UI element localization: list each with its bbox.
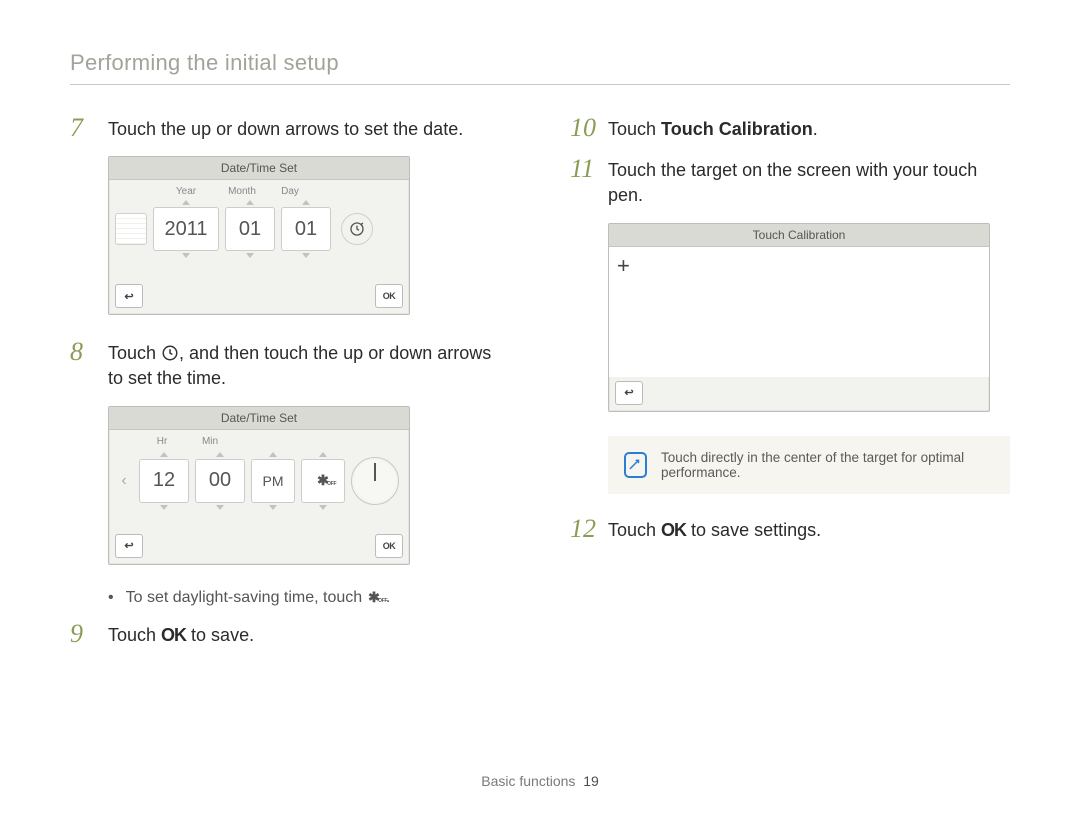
- note-icon: [624, 452, 647, 478]
- footer-section: Basic functions: [481, 773, 575, 789]
- step-10: 10 Touch Touch Calibration.: [570, 115, 1010, 142]
- dst-off-icon: ✱: [317, 472, 329, 489]
- step-8: 8 Touch , and then touch the up or down …: [70, 339, 510, 391]
- step-number: 10: [570, 115, 596, 141]
- screenshot-body: Year Month Day 2011 01 01: [109, 180, 409, 280]
- step-9: 9 Touch OK to save.: [70, 621, 510, 648]
- header-rule: [70, 84, 1010, 85]
- step-text: Touch Touch Calibration.: [608, 115, 818, 142]
- dst-off-icon: ✱: [368, 589, 380, 606]
- step-number: 7: [70, 115, 96, 141]
- step-number: 9: [70, 621, 96, 647]
- screenshot-body: +: [609, 247, 989, 377]
- ok-label: OK: [161, 625, 186, 645]
- clock-mode-button[interactable]: [341, 213, 373, 245]
- prev-arrow[interactable]: ‹: [115, 461, 133, 501]
- screenshot-title: Touch Calibration: [609, 224, 989, 247]
- clock-icon: [161, 344, 179, 362]
- content-columns: 7 Touch the up or down arrows to set the…: [70, 115, 1010, 662]
- label-min: Min: [189, 436, 231, 447]
- month-spinner[interactable]: 01: [225, 207, 275, 251]
- left-column: 7 Touch the up or down arrows to set the…: [70, 115, 510, 662]
- manual-page: Performing the initial setup 7 Touch the…: [0, 0, 1080, 815]
- back-button[interactable]: ↩: [615, 381, 643, 405]
- day-spinner[interactable]: 01: [281, 207, 331, 251]
- dst-hint: To set daylight-saving time, touch ✱.: [108, 589, 510, 607]
- step-12: 12 Touch OK to save settings.: [570, 516, 1010, 543]
- step-text: Touch OK to save.: [108, 621, 254, 648]
- minute-spinner[interactable]: 00: [195, 459, 245, 503]
- page-title: Performing the initial setup: [70, 50, 1010, 76]
- screenshot-title: Date/Time Set: [109, 157, 409, 180]
- right-column: 10 Touch Touch Calibration. 11 Touch the…: [570, 115, 1010, 662]
- screenshot-title: Date/Time Set: [109, 407, 409, 430]
- calibration-target-icon[interactable]: +: [617, 253, 630, 279]
- calendar-icon: [115, 213, 147, 245]
- page-footer: Basic functions 19: [0, 773, 1080, 789]
- analog-clock: [351, 457, 399, 505]
- label-day: Day: [269, 186, 311, 197]
- step-11: 11 Touch the target on the screen with y…: [570, 156, 1010, 208]
- step-7: 7 Touch the up or down arrows to set the…: [70, 115, 510, 142]
- step-number: 12: [570, 516, 596, 542]
- label-month: Month: [221, 186, 263, 197]
- label-year: Year: [157, 186, 215, 197]
- note-text: Touch directly in the center of the targ…: [661, 450, 994, 480]
- step-text: Touch , and then touch the up or down ar…: [108, 339, 510, 391]
- ampm-spinner[interactable]: PM: [251, 459, 295, 503]
- ok-label: OK: [661, 520, 686, 540]
- time-set-screenshot: Date/Time Set Hr Min ‹ 12 00 PM ✱: [108, 406, 410, 565]
- year-spinner[interactable]: 2011: [153, 207, 219, 251]
- note-box: Touch directly in the center of the targ…: [608, 436, 1010, 494]
- ok-button[interactable]: OK: [375, 284, 403, 308]
- touch-calibration-screenshot: Touch Calibration + ↩: [608, 223, 990, 412]
- back-button[interactable]: ↩: [115, 534, 143, 558]
- date-set-screenshot: Date/Time Set Year Month Day 2011 01 01: [108, 156, 410, 315]
- step-number: 8: [70, 339, 96, 365]
- screenshot-body: Hr Min ‹ 12 00 PM ✱: [109, 430, 409, 530]
- step-text: Touch the up or down arrows to set the d…: [108, 115, 463, 142]
- step-number: 11: [570, 156, 596, 182]
- dst-spinner[interactable]: ✱: [301, 459, 345, 503]
- step-text: Touch the target on the screen with your…: [608, 156, 1010, 208]
- hour-spinner[interactable]: 12: [139, 459, 189, 503]
- step-text: Touch OK to save settings.: [608, 516, 821, 543]
- clock-icon: [349, 221, 365, 237]
- footer-page: 19: [583, 773, 599, 789]
- ok-button[interactable]: OK: [375, 534, 403, 558]
- label-hr: Hr: [141, 436, 183, 447]
- back-button[interactable]: ↩: [115, 284, 143, 308]
